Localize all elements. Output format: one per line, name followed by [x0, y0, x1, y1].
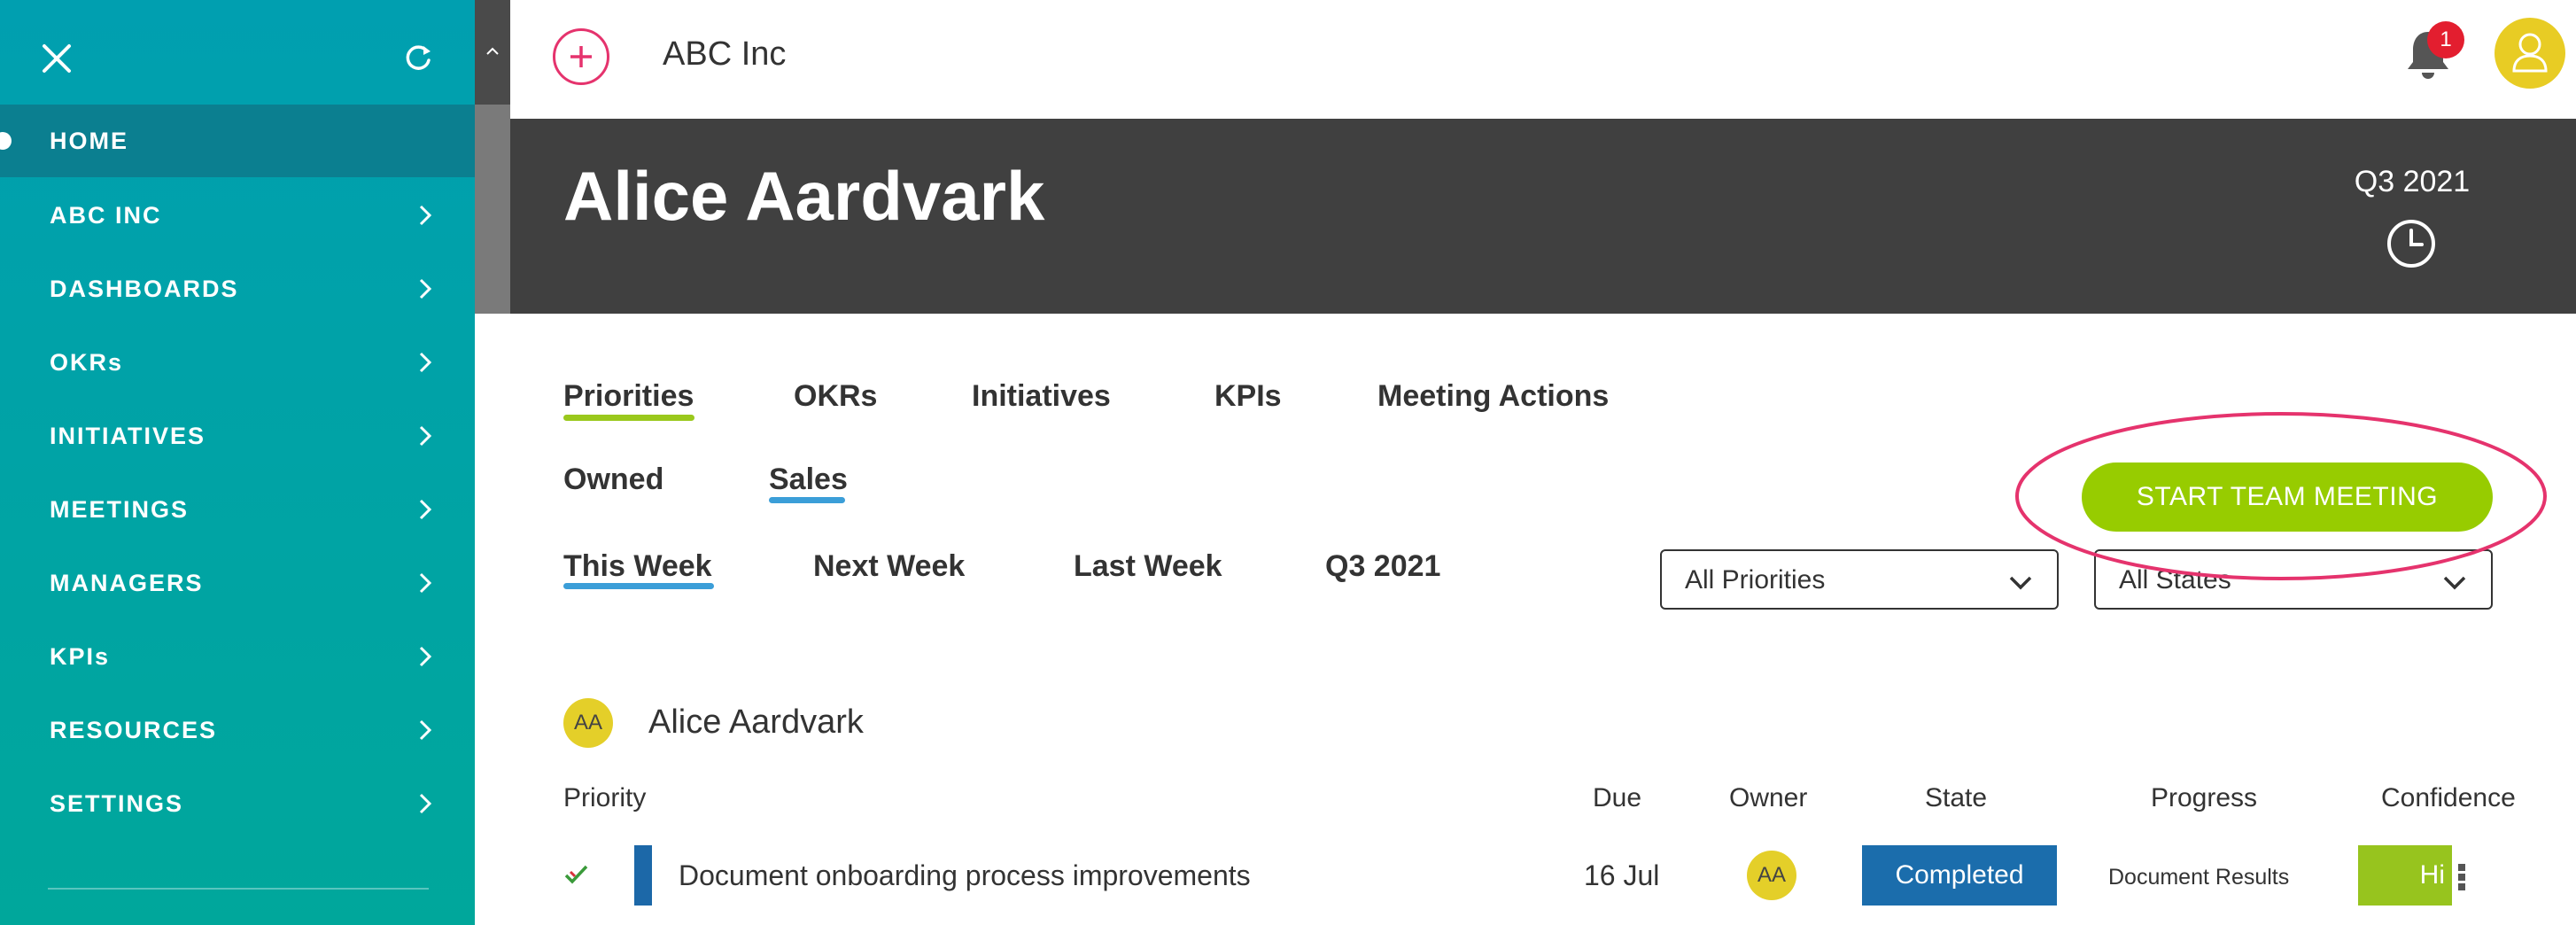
period-label: Q3 2021 [2354, 165, 2471, 198]
add-button[interactable] [553, 28, 609, 85]
checkmark-icon [564, 865, 588, 884]
tab-priorities[interactable]: Priorities [563, 379, 694, 414]
sidebar-item-label: KPIs [50, 642, 111, 670]
owner-group-name: Alice Aardvark [648, 703, 864, 741]
sidebar-item-home[interactable]: HOME [0, 105, 475, 177]
chevron-down-icon [2443, 576, 2466, 590]
sidebar: HOME ABC INC DASHBOARDS OKRs INITIATIVES… [0, 0, 475, 925]
close-icon[interactable] [37, 39, 76, 78]
tab-active-underline [769, 497, 845, 503]
chevron-right-icon [419, 646, 432, 667]
company-name: ABC Inc [663, 35, 787, 73]
chevron-right-icon [419, 499, 432, 520]
chevron-down-icon [2009, 576, 2032, 590]
chevron-right-icon [419, 425, 432, 447]
tab-owned[interactable]: Owned [563, 462, 663, 497]
chevron-right-icon [419, 793, 432, 814]
tab-sales[interactable]: Sales [769, 462, 848, 497]
sidebar-item-managers[interactable]: MANAGERS [0, 547, 475, 619]
sidebar-item-meetings[interactable]: MEETINGS [0, 473, 475, 546]
sidebar-item-label: RESOURCES [50, 716, 218, 743]
chevron-right-icon [419, 572, 432, 594]
sidebar-item-label: HOME [50, 127, 128, 154]
select-value: All Priorities [1685, 565, 1826, 595]
sidebar-item-label: OKRs [50, 348, 124, 376]
sidebar-item-initiatives[interactable]: INITIATIVES [0, 400, 475, 472]
refresh-icon[interactable] [400, 41, 436, 76]
tab-next-week[interactable]: Next Week [813, 549, 965, 584]
top-bar [510, 0, 2576, 119]
column-header-owner: Owner [1729, 783, 1808, 812]
tab-active-underline [563, 415, 694, 421]
sidebar-item-kpis[interactable]: KPIs [0, 620, 475, 693]
sidebar-item-settings[interactable]: SETTINGS [0, 767, 475, 840]
sidebar-item-resources[interactable]: RESOURCES [0, 694, 475, 766]
clock-icon[interactable] [2386, 218, 2437, 269]
sidebar-item-label: MANAGERS [50, 569, 204, 596]
column-header-progress: Progress [2151, 783, 2258, 812]
states-filter-select[interactable]: All States [2094, 549, 2493, 610]
sidebar-item-abc-inc[interactable]: ABC INC [0, 179, 475, 252]
column-header-confidence: Confidence [2381, 783, 2516, 812]
chevron-right-icon [419, 278, 432, 299]
priorities-filter-select[interactable]: All Priorities [1660, 549, 2059, 610]
sidebar-item-okrs[interactable]: OKRs [0, 326, 475, 399]
sidebar-divider [48, 888, 429, 890]
tab-active-underline [563, 583, 714, 589]
kebab-menu-icon[interactable] [2457, 863, 2466, 891]
column-header-state: State [1925, 783, 1988, 812]
sidebar-item-dashboards[interactable]: DASHBOARDS [0, 253, 475, 325]
tab-okrs[interactable]: OKRs [794, 379, 877, 414]
confidence-badge[interactable]: Hi [2358, 845, 2452, 906]
chevron-right-icon [419, 719, 432, 741]
sidebar-item-label: DASHBOARDS [50, 275, 239, 302]
chevron-up-icon[interactable] [484, 43, 501, 60]
sidebar-item-label: SETTINGS [50, 789, 184, 817]
start-team-meeting-button[interactable]: START TEAM MEETING [2082, 462, 2493, 532]
plus-icon [570, 46, 592, 67]
sidebar-item-label: INITIATIVES [50, 422, 206, 449]
progress-text: Document Results [2108, 865, 2290, 890]
avatar: AA [563, 698, 613, 748]
column-header-due: Due [1593, 783, 1642, 812]
due-date: 16 Jul [1584, 859, 1660, 891]
tab-meeting-actions[interactable]: Meeting Actions [1377, 379, 1609, 414]
tab-last-week[interactable]: Last Week [1074, 549, 1222, 584]
user-avatar[interactable] [2495, 18, 2565, 89]
sidebar-item-label: MEETINGS [50, 495, 190, 523]
priority-title[interactable]: Document onboarding process improvements [679, 859, 1251, 892]
active-indicator [0, 132, 12, 150]
tab-this-week[interactable]: This Week [563, 549, 712, 584]
tab-initiatives[interactable]: Initiatives [972, 379, 1111, 414]
select-value: All States [2119, 565, 2231, 595]
tab-q3-2021[interactable]: Q3 2021 [1325, 549, 1440, 584]
chevron-right-icon [419, 205, 432, 226]
chevron-right-icon [419, 352, 432, 373]
user-icon [2512, 33, 2548, 73]
sidebar-item-label: ABC INC [50, 201, 162, 229]
notification-badge: 1 [2427, 21, 2464, 58]
priority-color-bar [634, 845, 652, 906]
tab-kpis[interactable]: KPIs [1214, 379, 1282, 414]
status-badge[interactable]: Completed [1862, 845, 2057, 906]
column-header-priority: Priority [563, 783, 647, 812]
page-title: Alice Aardvark [563, 157, 1045, 235]
avatar[interactable]: AA [1747, 851, 1796, 900]
